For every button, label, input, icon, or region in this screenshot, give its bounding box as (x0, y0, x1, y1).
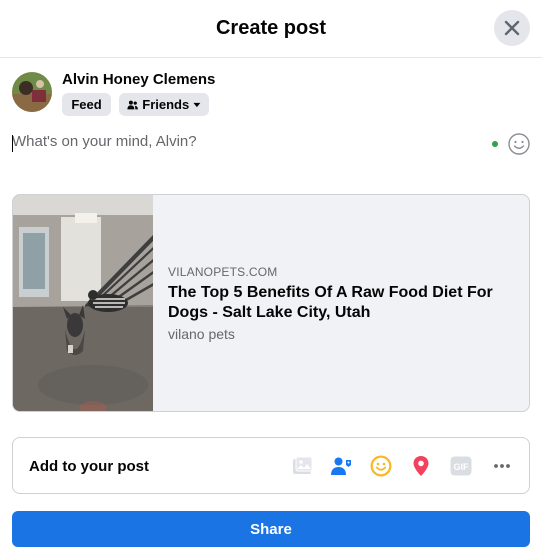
text-cursor (12, 135, 13, 152)
gif-button[interactable]: GIF (448, 453, 474, 479)
check-in-button[interactable] (408, 453, 434, 479)
tag-people-icon (331, 457, 351, 475)
dialog-title: Create post (215, 17, 327, 39)
link-preview-domain: VILANOPETS.COM (168, 265, 278, 279)
friends-icon (127, 100, 138, 109)
feeling-activity-icon (370, 455, 392, 477)
link-preview-description: vilano pets (168, 326, 235, 342)
friends-audience-button[interactable]: Friends (119, 93, 209, 116)
status-dot (492, 141, 498, 147)
link-preview-card[interactable]: VILANOPETS.COM The Top 5 Benefits Of A R… (12, 194, 530, 412)
share-button[interactable]: Share (12, 511, 530, 547)
dialog-header: Create post (0, 0, 542, 58)
link-preview-title: The Top 5 Benefits Of A Raw Food Diet Fo… (168, 284, 493, 321)
feed-label: Feed (71, 97, 102, 112)
close-icon (504, 20, 520, 36)
avatar[interactable] (12, 72, 52, 112)
gif-icon: GIF (450, 456, 472, 476)
photo-video-button[interactable] (289, 453, 315, 479)
feeling-activity-button[interactable] (368, 453, 394, 479)
add-to-post-bar: Add to your post GIF (12, 437, 530, 494)
add-to-post-label: Add to your post (29, 458, 149, 475)
feed-audience-button[interactable]: Feed (62, 93, 111, 116)
photo-video-icon (293, 456, 313, 474)
more-options-button[interactable] (489, 453, 515, 479)
post-composer-input[interactable]: What's on your mind, Alvin? (12, 133, 482, 155)
emoji-picker-button[interactable] (507, 132, 531, 156)
more-icon (494, 464, 510, 468)
caret-down-icon (193, 102, 201, 107)
friends-label: Friends (142, 97, 190, 112)
svg-text:GIF: GIF (454, 462, 470, 472)
tag-people-button[interactable] (328, 453, 354, 479)
check-in-icon (413, 456, 429, 476)
smiley-icon (508, 133, 530, 155)
link-preview-image (13, 195, 153, 411)
user-name[interactable]: Alvin Honey Clemens (62, 71, 215, 88)
close-button[interactable] (494, 10, 530, 46)
